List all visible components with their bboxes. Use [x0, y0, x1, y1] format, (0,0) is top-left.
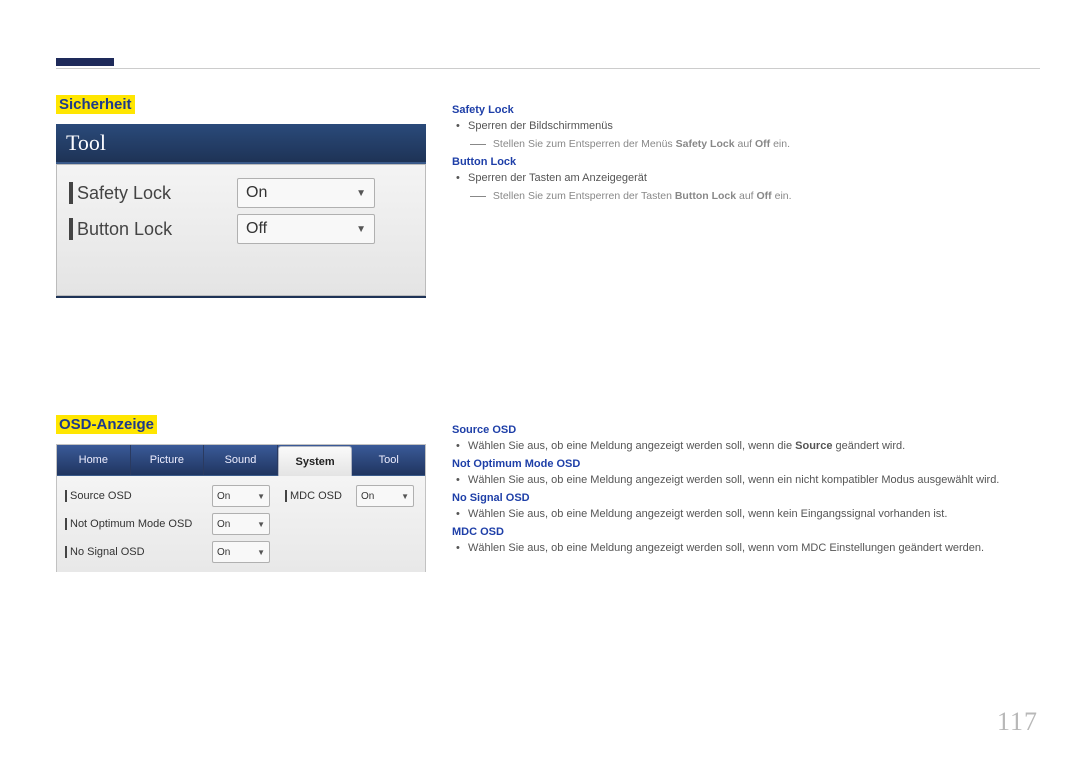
dash-icon [470, 196, 486, 197]
row-label: MDC OSD [290, 490, 356, 502]
bullet-text: Sperren der Tasten am Anzeigegerät [468, 172, 1042, 184]
tab-tool[interactable]: Tool [352, 445, 425, 475]
sub-bold: Button Lock [675, 190, 736, 202]
row-marker-icon [285, 490, 287, 502]
tab-system[interactable]: System [278, 446, 353, 476]
item-head-source-osd: Source OSD [452, 424, 1042, 436]
item-head-mdc-osd: MDC OSD [452, 526, 1042, 538]
tab-picture[interactable]: Picture [131, 445, 205, 475]
row-marker-icon [65, 518, 67, 530]
row-marker-icon [69, 182, 73, 204]
sub-note: Stellen Sie zum Entsperren der Tasten Bu… [470, 190, 1042, 202]
mdc-osd-select[interactable]: On ▼ [356, 485, 414, 507]
section-heading-sicherheit: Sicherheit [56, 95, 135, 114]
bullet-span: Wählen Sie aus, ob eine Meldung angezeig… [468, 440, 795, 452]
safety-lock-select[interactable]: On ▼ [237, 178, 375, 208]
sub-text: Stellen Sie zum Entsperren der Menüs [493, 138, 676, 150]
tab-home[interactable]: Home [57, 445, 131, 475]
row-label: No Signal OSD [70, 546, 212, 558]
section-sicherheit-text: Safety Lock Sperren der Bildschirmmenüs … [452, 100, 1042, 208]
page-number: 117 [997, 707, 1038, 737]
select-value: On [217, 491, 230, 502]
sub-text: ein. [772, 190, 792, 202]
bullet-text: Wählen Sie aus, ob eine Meldung angezeig… [468, 440, 1042, 452]
page: Sicherheit Tool Safety Lock On ▼ Button … [0, 0, 1080, 763]
screenshot-tool-title: Tool [56, 124, 426, 164]
chevron-down-icon: ▼ [257, 520, 265, 529]
header-accent-bar [56, 58, 114, 66]
section-osd-left: OSD-Anzeige Home Picture Sound System To… [56, 415, 436, 572]
bullets: Wählen Sie aus, ob eine Meldung angezeig… [468, 542, 1042, 554]
source-osd-select[interactable]: On ▼ [212, 485, 270, 507]
select-value: Off [246, 220, 267, 238]
row-label: Not Optimum Mode OSD [70, 518, 212, 530]
bullet-text: Wählen Sie aus, ob eine Meldung angezeig… [468, 542, 1042, 554]
select-value: On [246, 184, 267, 202]
sub-bold: Off [757, 190, 772, 202]
header-rule [56, 68, 1040, 69]
no-signal-osd-select[interactable]: On ▼ [212, 541, 270, 563]
tool-row-button-lock: Button Lock Off ▼ [57, 211, 425, 247]
sub-text: auf [736, 190, 756, 202]
screenshot-tool-body: Safety Lock On ▼ Button Lock Off ▼ [56, 164, 426, 296]
row-label: Safety Lock [77, 183, 237, 204]
chevron-down-icon: ▼ [257, 548, 265, 557]
bullets: Wählen Sie aus, ob eine Meldung angezeig… [468, 474, 1042, 486]
chevron-down-icon: ▼ [257, 492, 265, 501]
tab-sound[interactable]: Sound [204, 445, 278, 475]
tool-row-safety-lock: Safety Lock On ▼ [57, 175, 425, 211]
osd-body: Source OSD On ▼ MDC OSD On ▼ [57, 476, 425, 572]
section-sicherheit-left: Sicherheit Tool Safety Lock On ▼ Button … [56, 95, 436, 398]
item-head-no-signal-osd: No Signal OSD [452, 492, 1042, 504]
row-label: Button Lock [77, 219, 237, 240]
sub-bold: Off [755, 138, 770, 150]
section-heading-osd: OSD-Anzeige [56, 415, 157, 434]
select-value: On [361, 491, 374, 502]
bullet-bold: Source [795, 440, 832, 452]
chevron-down-icon: ▼ [356, 188, 366, 199]
section-osd-text: Source OSD Wählen Sie aus, ob eine Meldu… [452, 420, 1042, 560]
select-value: On [217, 547, 230, 558]
tabs: Home Picture Sound System Tool [57, 445, 425, 476]
bullet-text: Wählen Sie aus, ob eine Meldung angezeig… [468, 474, 1042, 486]
bullets: Sperren der Tasten am Anzeigegerät [468, 172, 1042, 184]
dash-icon [470, 144, 486, 145]
chevron-down-icon: ▼ [401, 492, 409, 501]
sub-text: Stellen Sie zum Entsperren der Tasten [493, 190, 675, 202]
item-head-safety-lock: Safety Lock [452, 104, 1042, 116]
osd-row-source: Source OSD On ▼ MDC OSD On ▼ [65, 482, 417, 510]
bullets: Wählen Sie aus, ob eine Meldung angezeig… [468, 440, 1042, 452]
row-marker-icon [65, 546, 67, 558]
osd-row-not-optimum: Not Optimum Mode OSD On ▼ [65, 510, 417, 538]
osd-row-mdc: MDC OSD On ▼ [285, 485, 414, 507]
osd-row-no-signal: No Signal OSD On ▼ [65, 538, 417, 566]
item-head-button-lock: Button Lock [452, 156, 1042, 168]
screenshot-tool: Tool Safety Lock On ▼ Button Lock Off ▼ [56, 124, 426, 298]
bullet-text: Wählen Sie aus, ob eine Meldung angezeig… [468, 508, 1042, 520]
button-lock-select[interactable]: Off ▼ [237, 214, 375, 244]
row-label: Source OSD [70, 490, 212, 502]
not-optimum-osd-select[interactable]: On ▼ [212, 513, 270, 535]
bullet-span: geändert wird. [832, 440, 905, 452]
bullet-text: Sperren der Bildschirmmenüs [468, 120, 1042, 132]
screenshot-osd: Home Picture Sound System Tool Source OS… [56, 444, 426, 572]
bullets: Wählen Sie aus, ob eine Meldung angezeig… [468, 508, 1042, 520]
item-head-not-optimum-osd: Not Optimum Mode OSD [452, 458, 1042, 470]
sub-text: ein. [770, 138, 790, 150]
sub-note: Stellen Sie zum Entsperren der Menüs Saf… [470, 138, 1042, 150]
bullets: Sperren der Bildschirmmenüs [468, 120, 1042, 132]
row-marker-icon [69, 218, 73, 240]
row-marker-icon [65, 490, 67, 502]
sub-text: auf [735, 138, 755, 150]
chevron-down-icon: ▼ [356, 224, 366, 235]
sub-bold: Safety Lock [676, 138, 735, 150]
select-value: On [217, 519, 230, 530]
